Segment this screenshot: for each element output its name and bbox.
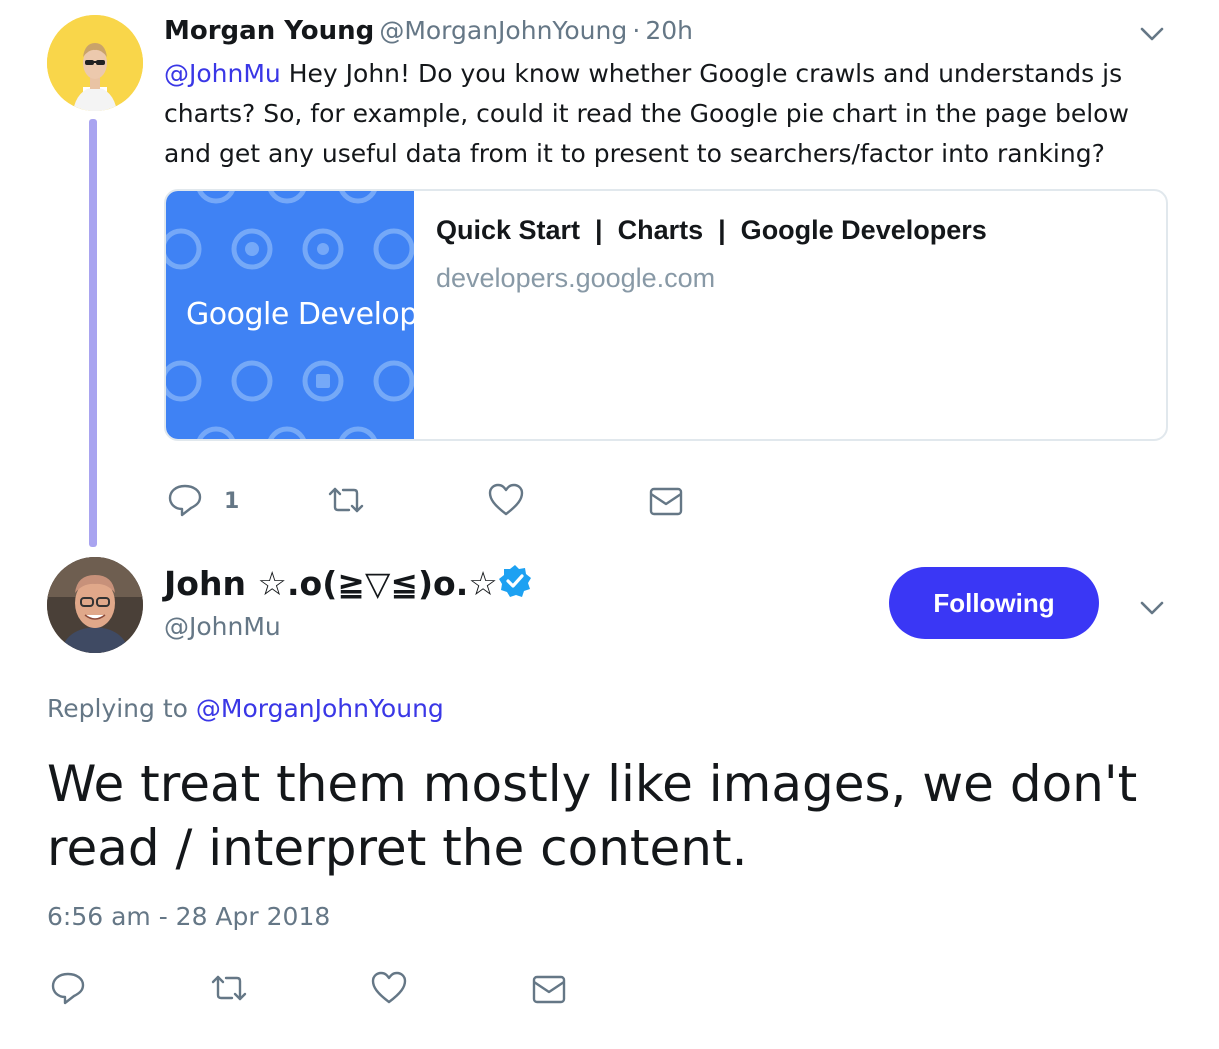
replying-to-link[interactable]: @MorganJohnYoung xyxy=(196,694,444,723)
chevron-down-icon[interactable] xyxy=(1138,20,1166,48)
heart-icon[interactable] xyxy=(487,481,525,519)
following-button[interactable]: Following xyxy=(889,567,1099,639)
replying-to-line: Replying to @MorganJohnYoung xyxy=(47,694,444,723)
heart-icon[interactable] xyxy=(370,969,408,1007)
card-image-text: Google Develop xyxy=(186,297,414,332)
reply-icon[interactable] xyxy=(49,969,87,1007)
card-domain: developers.google.com xyxy=(436,263,716,293)
chevron-down-icon[interactable] xyxy=(1138,594,1166,622)
parent-tweet-header: Morgan Young @MorganJohnYoung · 20h xyxy=(164,14,693,51)
thread-connector-line xyxy=(89,119,97,547)
author-handle[interactable]: @MorganJohnYoung xyxy=(379,16,627,45)
verified-badge-icon xyxy=(498,564,532,598)
tweet-body: Hey John! Do you know whether Google cra… xyxy=(164,59,1129,168)
parent-tweet-text: @JohnMu Hey John! Do you know whether Go… xyxy=(164,54,1174,174)
mention-link[interactable]: @JohnMu xyxy=(164,59,281,88)
reply-tweet-text: We treat them mostly like images, we don… xyxy=(47,755,1138,877)
avatar-morgan-young[interactable] xyxy=(47,15,143,111)
envelope-icon[interactable] xyxy=(530,970,568,1008)
replying-prefix: Replying to xyxy=(47,694,196,723)
link-preview-card[interactable]: Google Develop Quick Start | Charts | Go… xyxy=(164,189,1168,441)
tweet-timestamp[interactable]: 6:56 am - 28 Apr 2018 xyxy=(47,902,330,931)
avatar-john-mu[interactable] xyxy=(47,557,143,653)
retweet-icon[interactable] xyxy=(327,481,365,519)
reply-author-name[interactable]: John ☆.o(≧▽≦)o.☆ xyxy=(164,562,498,606)
reply-author-handle[interactable]: @JohnMu xyxy=(164,612,281,641)
reply-count: 1 xyxy=(224,489,240,514)
card-title[interactable]: Quick Start | Charts | Google Developers xyxy=(436,215,987,246)
reply-icon[interactable] xyxy=(166,481,204,519)
retweet-icon[interactable] xyxy=(210,969,248,1007)
tweet-time[interactable]: 20h xyxy=(645,16,693,45)
author-name[interactable]: Morgan Young xyxy=(164,16,374,46)
envelope-icon[interactable] xyxy=(647,482,685,520)
card-image: Google Develop xyxy=(166,191,414,439)
time-separator: · xyxy=(632,16,641,45)
